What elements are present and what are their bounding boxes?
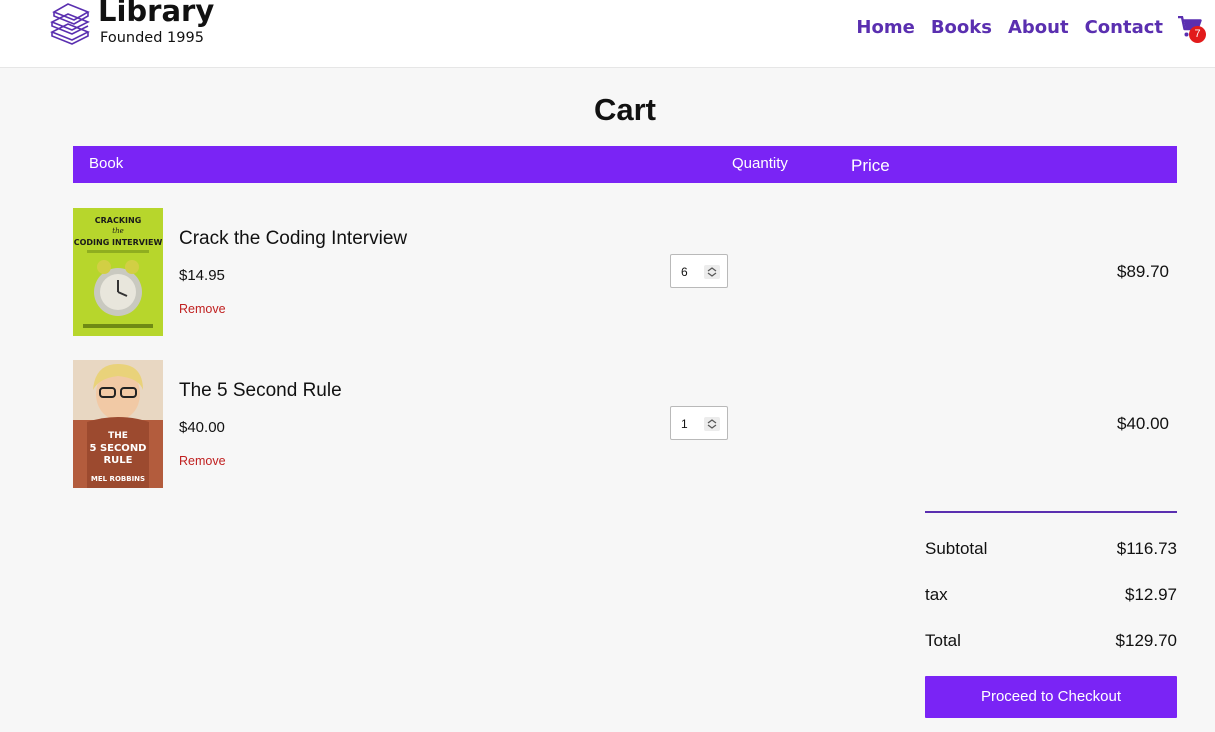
site-header: Library Founded 1995 Home Books About Co… [0, 0, 1215, 68]
cover-text: CODING INTERVIEW [74, 238, 163, 247]
total-value: $129.70 [1115, 631, 1177, 650]
spinner-icon[interactable] [704, 265, 720, 279]
cover-text: RULE [103, 455, 132, 466]
quantity-value: 6 [681, 265, 688, 279]
column-header-price: Price [851, 156, 890, 175]
quantity-value: 1 [681, 417, 688, 431]
cart-table-header: Book Quantity Price [73, 146, 1177, 183]
nav-books[interactable]: Books [931, 16, 992, 40]
unit-price: $40.00 [179, 419, 225, 436]
checkout-button[interactable]: Proceed to Checkout [925, 676, 1177, 718]
subtotal-label: Subtotal [925, 539, 988, 558]
quantity-stepper[interactable]: 6 [670, 254, 728, 288]
remove-button[interactable]: Remove [179, 302, 226, 316]
main-nav: Home Books About Contact [840, 16, 1163, 40]
cover-text: 5 SECOND [90, 443, 147, 454]
tax-label: tax [925, 585, 948, 604]
tax-value: $12.97 [1125, 585, 1177, 604]
nav-about[interactable]: About [1008, 16, 1069, 40]
logo-title: Library [98, 0, 215, 28]
book-cover[interactable]: THE 5 SECOND RULE MEL ROBBINS [73, 360, 163, 488]
summary-divider [925, 511, 1177, 513]
books-stack-icon [48, 2, 92, 46]
column-header-book: Book [89, 155, 124, 172]
logo-subtitle: Founded 1995 [100, 30, 204, 46]
total-label: Total [925, 631, 961, 650]
cart-button[interactable]: 7 [1178, 15, 1208, 44]
quantity-stepper[interactable]: 1 [670, 406, 728, 440]
unit-price: $14.95 [179, 267, 225, 284]
line-total: $89.70 [1117, 262, 1169, 281]
book-title[interactable]: The 5 Second Rule [179, 380, 342, 402]
cart-row: THE 5 SECOND RULE MEL ROBBINS The 5 Seco… [73, 360, 1177, 488]
remove-button[interactable]: Remove [179, 454, 226, 468]
cover-text: MEL ROBBINS [91, 475, 145, 483]
cover-text: THE [108, 431, 128, 441]
column-header-quantity: Quantity [732, 155, 788, 172]
cart-row: CRACKING the CODING INTERVIEW Crack the … [73, 208, 1177, 336]
nav-contact[interactable]: Contact [1085, 16, 1163, 40]
spinner-icon[interactable] [704, 417, 720, 431]
cart-count-badge: 7 [1189, 26, 1206, 43]
line-total: $40.00 [1117, 414, 1169, 433]
book-cover[interactable]: CRACKING the CODING INTERVIEW [73, 208, 163, 336]
order-summary: Subtotal $116.73 tax $12.97 Total $129.7… [925, 511, 1177, 718]
nav-home[interactable]: Home [856, 16, 914, 40]
cover-text: CRACKING [95, 216, 142, 225]
subtotal-value: $116.73 [1116, 539, 1177, 558]
page-title: Cart [593, 92, 656, 127]
book-title[interactable]: Crack the Coding Interview [179, 228, 407, 250]
cover-text: the [112, 227, 123, 235]
